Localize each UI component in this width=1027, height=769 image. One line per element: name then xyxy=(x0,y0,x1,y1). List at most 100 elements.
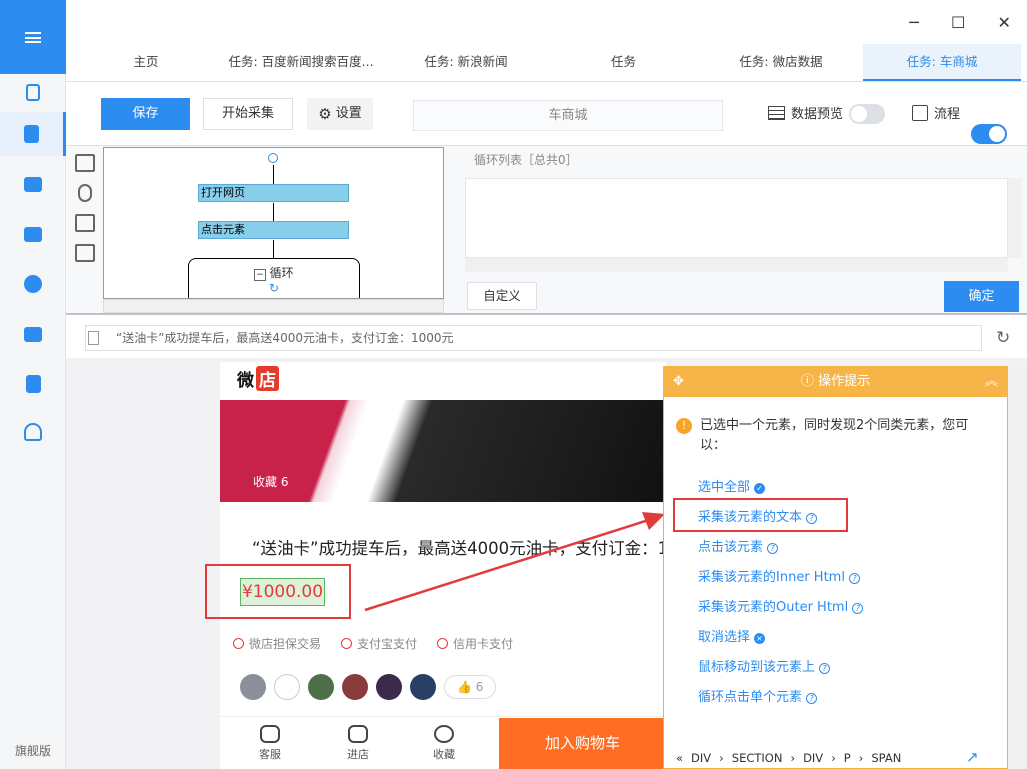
action-extract-text[interactable]: 采集该元素的文本? xyxy=(698,506,818,525)
nav-customer-service[interactable]: 客服 xyxy=(250,725,290,762)
clipboard-plus-icon xyxy=(26,83,40,101)
product-price[interactable]: ¥1000.00 xyxy=(240,578,325,606)
book-icon xyxy=(25,375,41,393)
minimize-button[interactable]: ─ xyxy=(909,13,919,32)
sidebar-item-stats[interactable] xyxy=(0,262,66,306)
sidebar-item-messages[interactable] xyxy=(0,312,66,356)
shirt-icon xyxy=(348,725,368,743)
sidebar-item-toolbox[interactable] xyxy=(0,162,66,206)
action-extract-outer-html[interactable]: 采集该元素的Outer Html? xyxy=(698,596,864,615)
avatar[interactable] xyxy=(274,674,300,700)
sidebar-item-store[interactable] xyxy=(0,212,66,256)
pie-chart-icon xyxy=(24,275,42,293)
loop-list-title: 循环列表［总共0］ xyxy=(474,153,578,167)
flow-node-loop[interactable]: − 循环 ↻ xyxy=(188,258,360,298)
favorites-count: 收藏 6 xyxy=(253,475,289,489)
flow-toggle[interactable] xyxy=(971,124,1007,144)
close-button[interactable]: ✕ xyxy=(997,13,1010,32)
heart-icon xyxy=(434,725,454,743)
chat-icon xyxy=(24,326,42,342)
loop-list-vscroll[interactable] xyxy=(1008,178,1022,258)
tab-car-mall[interactable]: 任务: 车商城 xyxy=(863,44,1021,81)
element-breadcrumb: « DIV › SECTION › DIV › P › SPAN xyxy=(676,751,902,765)
avatar[interactable] xyxy=(342,674,368,700)
table-icon xyxy=(768,105,785,120)
crumb-item[interactable]: SECTION xyxy=(732,751,783,765)
add-step-icon[interactable] xyxy=(75,154,95,172)
sidebar-item-tasks[interactable] xyxy=(0,112,66,156)
tab-task[interactable]: 任务 xyxy=(586,44,661,81)
guarantee-item: 信用卡支付 xyxy=(437,635,513,652)
avatar[interactable] xyxy=(410,674,436,700)
action-click-element[interactable]: 点击该元素? xyxy=(698,536,779,555)
avatar[interactable] xyxy=(240,674,266,700)
help-icon: ? xyxy=(806,693,818,704)
settings-button[interactable]: ⚙ 设置 xyxy=(307,98,373,130)
maximize-button[interactable]: ☐ xyxy=(951,13,965,32)
tab-sina-news[interactable]: 任务: 新浪新闻 xyxy=(411,44,521,81)
nav-enter-store[interactable]: 进店 xyxy=(338,725,378,762)
tab-weidian[interactable]: 任务: 微店数据 xyxy=(726,44,836,81)
tips-message: ! 已选中一个元素，同时发现2个同类元素，您可以： xyxy=(676,416,976,456)
collapse-icon[interactable]: ︽ xyxy=(985,366,998,397)
check-icon: ✓ xyxy=(754,483,766,494)
flow-node-click-element[interactable]: 点击元素 xyxy=(198,221,349,239)
sidebar-item-user[interactable] xyxy=(0,410,66,454)
sidebar-item-new-task[interactable] xyxy=(0,70,66,114)
tab-home[interactable]: 主页 xyxy=(106,44,186,81)
action-hover-element[interactable]: 鼠标移动到该元素上? xyxy=(698,656,831,675)
action-select-all[interactable]: 选中全部 ✓ xyxy=(698,476,766,495)
ok-button[interactable]: 确定 xyxy=(944,281,1019,312)
action-cancel-selection[interactable]: 取消选择 × xyxy=(698,626,766,645)
flow-canvas[interactable]: 打开网页 点击元素 − 循环 ↻ xyxy=(103,147,444,299)
avatar[interactable] xyxy=(376,674,402,700)
warning-icon: ! xyxy=(676,418,692,434)
briefcase-icon xyxy=(24,176,42,192)
window-controls: ─ ☐ ✕ xyxy=(893,8,1027,36)
menu-icon[interactable] xyxy=(0,0,66,74)
move-icon[interactable]: ✥ xyxy=(673,366,684,397)
help-icon: ? xyxy=(819,663,831,674)
double-chevron-left-icon[interactable]: « xyxy=(676,751,683,765)
guarantee-item: 微店担保交易 xyxy=(233,635,321,652)
action-extract-inner-html[interactable]: 采集该元素的Inner Html? xyxy=(698,566,860,585)
buyer-avatars: 👍 6 xyxy=(240,674,497,700)
web-scrollbar[interactable] xyxy=(1010,366,1027,769)
crumb-item[interactable]: DIV xyxy=(691,751,711,765)
flow-node-open-page[interactable]: 打开网页 xyxy=(198,184,349,202)
info-icon: ⓘ xyxy=(800,374,814,389)
chat-icon xyxy=(260,725,280,743)
address-bar[interactable]: “送油卡”成功提车后，最高送4000元油卡，支付订金：1000元 xyxy=(85,325,982,351)
custom-button[interactable]: 自定义 xyxy=(467,282,537,310)
add-to-cart-button[interactable]: 加入购物车 xyxy=(499,718,666,769)
loop-icon: ↻ xyxy=(268,281,280,295)
loop-list[interactable] xyxy=(465,178,1008,258)
share-icon[interactable] xyxy=(75,214,95,232)
sidebar-item-docs[interactable] xyxy=(0,362,66,406)
crumb-item[interactable]: SPAN xyxy=(871,751,901,765)
flowchart-icon xyxy=(912,104,928,121)
loop-list-hscroll[interactable] xyxy=(465,258,1008,272)
edit-icon[interactable] xyxy=(75,244,95,262)
save-button[interactable]: 保存 xyxy=(101,98,190,130)
reload-icon[interactable]: ↻ xyxy=(996,328,1010,348)
start-collect-button[interactable]: 开始采集 xyxy=(203,98,293,130)
crumb-item[interactable]: DIV xyxy=(803,751,823,765)
tab-baidu-news[interactable]: 任务: 百度新闻搜索百度... xyxy=(226,44,376,81)
action-loop-click[interactable]: 循环点击单个元素? xyxy=(698,686,818,705)
guarantee-list: 微店担保交易 支付宝支付 信用卡支付 xyxy=(233,635,513,652)
document-icon xyxy=(24,125,39,143)
settings-label: 设置 xyxy=(335,106,362,121)
thumbs-up-icon: 👍 xyxy=(457,680,472,694)
mouse-icon[interactable] xyxy=(78,184,92,202)
nav-favorite[interactable]: 收藏 xyxy=(424,725,464,762)
like-button[interactable]: 👍 6 xyxy=(444,675,497,699)
collapse-icon: − xyxy=(254,269,266,281)
expand-icon[interactable]: ↗ xyxy=(966,748,979,766)
flow-label: 流程 xyxy=(912,103,960,122)
flow-scrollbar[interactable] xyxy=(103,299,444,313)
crumb-item[interactable]: P xyxy=(844,751,851,765)
data-preview-toggle[interactable] xyxy=(849,104,885,124)
avatar[interactable] xyxy=(308,674,334,700)
task-name-input[interactable]: 车商城 xyxy=(413,100,723,131)
